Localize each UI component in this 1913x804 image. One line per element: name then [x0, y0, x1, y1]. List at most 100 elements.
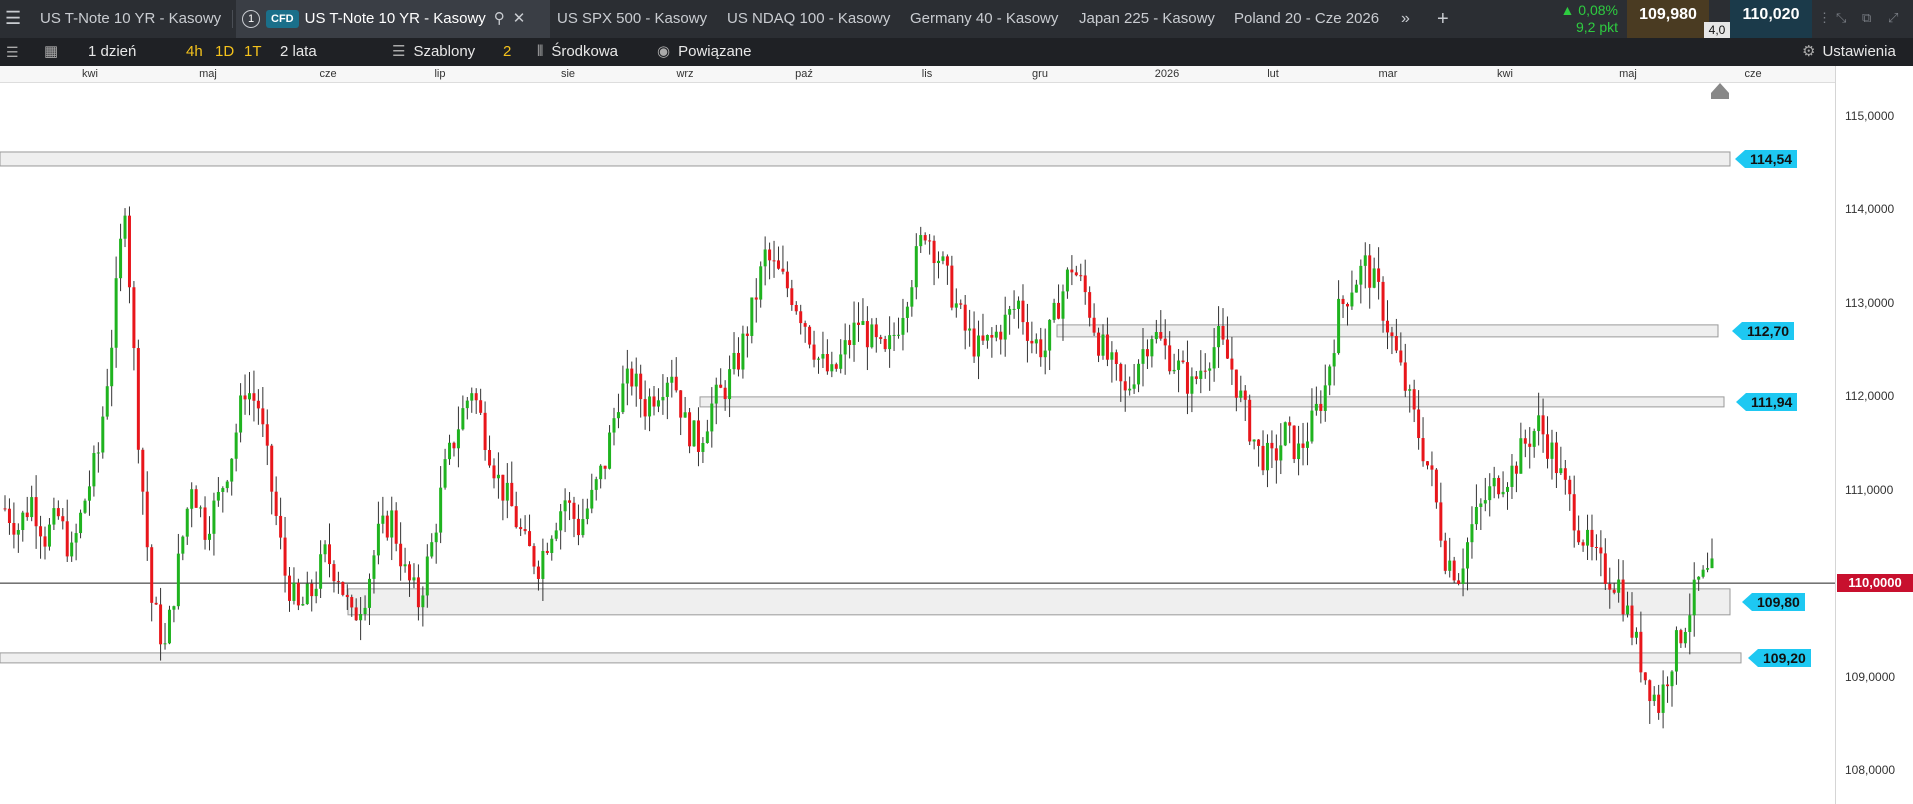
candle-body: [270, 445, 274, 492]
candle-body: [221, 488, 225, 492]
settings-button[interactable]: ⚙ Ustawienia: [1802, 38, 1896, 66]
price-zone[interactable]: [347, 588, 1731, 616]
hamburger-menu-icon[interactable]: ☰: [5, 8, 21, 28]
add-tab-icon[interactable]: +: [1437, 0, 1449, 38]
month-label: kwi: [82, 68, 98, 80]
candle-body: [1701, 569, 1705, 577]
candle-body: [879, 337, 883, 339]
candle-body: [34, 497, 38, 527]
candle-body: [332, 564, 336, 582]
layout-icon[interactable]: ▦: [44, 38, 58, 66]
candle-body: [1461, 568, 1465, 584]
candle-body: [1025, 322, 1029, 341]
candle-body: [16, 530, 20, 535]
timeframe-4h[interactable]: 4h: [186, 38, 203, 66]
candle-body: [1039, 339, 1043, 358]
candle-body: [794, 305, 798, 312]
candle-body: [1292, 425, 1296, 460]
collapse-icon[interactable]: ⤡: [1836, 10, 1846, 26]
candle-body: [181, 536, 185, 554]
month-label: sie: [560, 68, 576, 80]
timeframe-1t[interactable]: 1T: [244, 38, 262, 66]
range-dropdown[interactable]: 2 lata: [280, 38, 317, 66]
candle-body: [1114, 352, 1118, 365]
candle-body: [47, 524, 51, 547]
candle-body: [959, 303, 963, 305]
month-label: kwi: [1497, 68, 1513, 80]
tab-japan-225[interactable]: Japan 225 - Kasowy: [1079, 0, 1215, 38]
candle-body: [150, 547, 154, 603]
candle-body: [928, 240, 932, 242]
candle-body: [1474, 506, 1478, 525]
drag-handle-icon[interactable]: ⋮: [1818, 10, 1831, 26]
price-chart[interactable]: [0, 83, 1835, 804]
candle-body: [808, 326, 812, 345]
candles-icon: ⫴: [537, 43, 544, 60]
candle-body: [692, 420, 696, 447]
templates-button[interactable]: ☰ Szablony: [392, 38, 475, 66]
timeframe-1d[interactable]: 1D: [215, 38, 234, 66]
candle-body: [1128, 388, 1132, 391]
tab-us-tnote-1[interactable]: US T-Note 10 YR - Kasowy: [40, 0, 230, 38]
candle-body: [74, 533, 78, 543]
candle-body: [723, 387, 727, 400]
indicator-label: Środkowa: [551, 43, 619, 60]
more-tabs-icon[interactable]: »: [1401, 0, 1410, 38]
candle-body: [1572, 494, 1576, 531]
interval-dropdown[interactable]: 1 dzień: [88, 38, 136, 66]
candle-body: [1363, 255, 1367, 266]
indicator-button[interactable]: ⫴ Środkowa: [537, 38, 618, 66]
month-label: lut: [1267, 68, 1279, 80]
price-zone[interactable]: [0, 652, 1742, 664]
candle-body: [1150, 339, 1154, 357]
candle-body: [1061, 291, 1065, 319]
buy-price-button[interactable]: 110,020: [1730, 0, 1812, 38]
candle-body: [763, 249, 767, 267]
candle-body: [1221, 326, 1225, 340]
search-icon[interactable]: ⚲: [494, 0, 505, 38]
candle-body: [901, 317, 905, 335]
time-marker-icon[interactable]: [1711, 83, 1729, 93]
candle-body: [1568, 479, 1572, 495]
candle-body: [590, 489, 594, 509]
linked-button[interactable]: ◉ Powiązane: [657, 38, 751, 66]
candle-body: [1154, 332, 1158, 340]
candle-body: [897, 334, 901, 336]
level-tag[interactable]: 114,54: [1734, 149, 1798, 168]
candle-body: [443, 459, 447, 488]
candle-body: [643, 399, 647, 417]
level-tag[interactable]: 111,94: [1735, 392, 1798, 411]
tab-us-spx-500[interactable]: US SPX 500 - Kasowy: [557, 0, 707, 38]
candle-body: [990, 335, 994, 338]
price-axis[interactable]: [1835, 66, 1913, 804]
templates-count: 2: [503, 43, 512, 60]
tab-germany-40[interactable]: Germany 40 - Kasowy: [910, 0, 1058, 38]
price-tick-label: 114,0000: [1845, 202, 1895, 217]
candle-body: [825, 354, 829, 372]
sell-price-button[interactable]: 109,980: [1627, 0, 1709, 38]
candle-body: [261, 408, 265, 425]
price-zone[interactable]: [0, 151, 1731, 167]
candle-body: [852, 322, 856, 345]
level-tag[interactable]: 109,80: [1742, 592, 1805, 611]
list-icon[interactable]: ☰: [6, 38, 19, 66]
candle-body: [501, 474, 505, 501]
candle-body: [1590, 529, 1594, 548]
candle-body: [790, 288, 794, 306]
candle-body: [1239, 390, 1243, 398]
level-tag[interactable]: 112,70: [1731, 321, 1795, 340]
maximize-icon[interactable]: ⤢: [1888, 10, 1898, 26]
level-tag[interactable]: 109,20: [1748, 648, 1811, 667]
tab-us-tnote-active[interactable]: 1 CFD US T-Note 10 YR - Kasowy ⚲ ✕: [236, 0, 550, 38]
candle-body: [1563, 468, 1567, 480]
close-icon[interactable]: ✕: [513, 0, 526, 38]
candle-body: [159, 604, 163, 645]
candle-body: [1377, 268, 1381, 282]
candle-body: [1199, 370, 1203, 379]
tab-poland-20[interactable]: Poland 20 - Cze 2026: [1234, 0, 1379, 38]
candle-body: [359, 614, 363, 621]
tab-us-ndaq-100[interactable]: US NDAQ 100 - Kasowy: [727, 0, 890, 38]
candle-body: [1341, 298, 1345, 304]
price-zone[interactable]: [699, 396, 1725, 408]
popout-icon[interactable]: ⧉: [1862, 10, 1871, 26]
